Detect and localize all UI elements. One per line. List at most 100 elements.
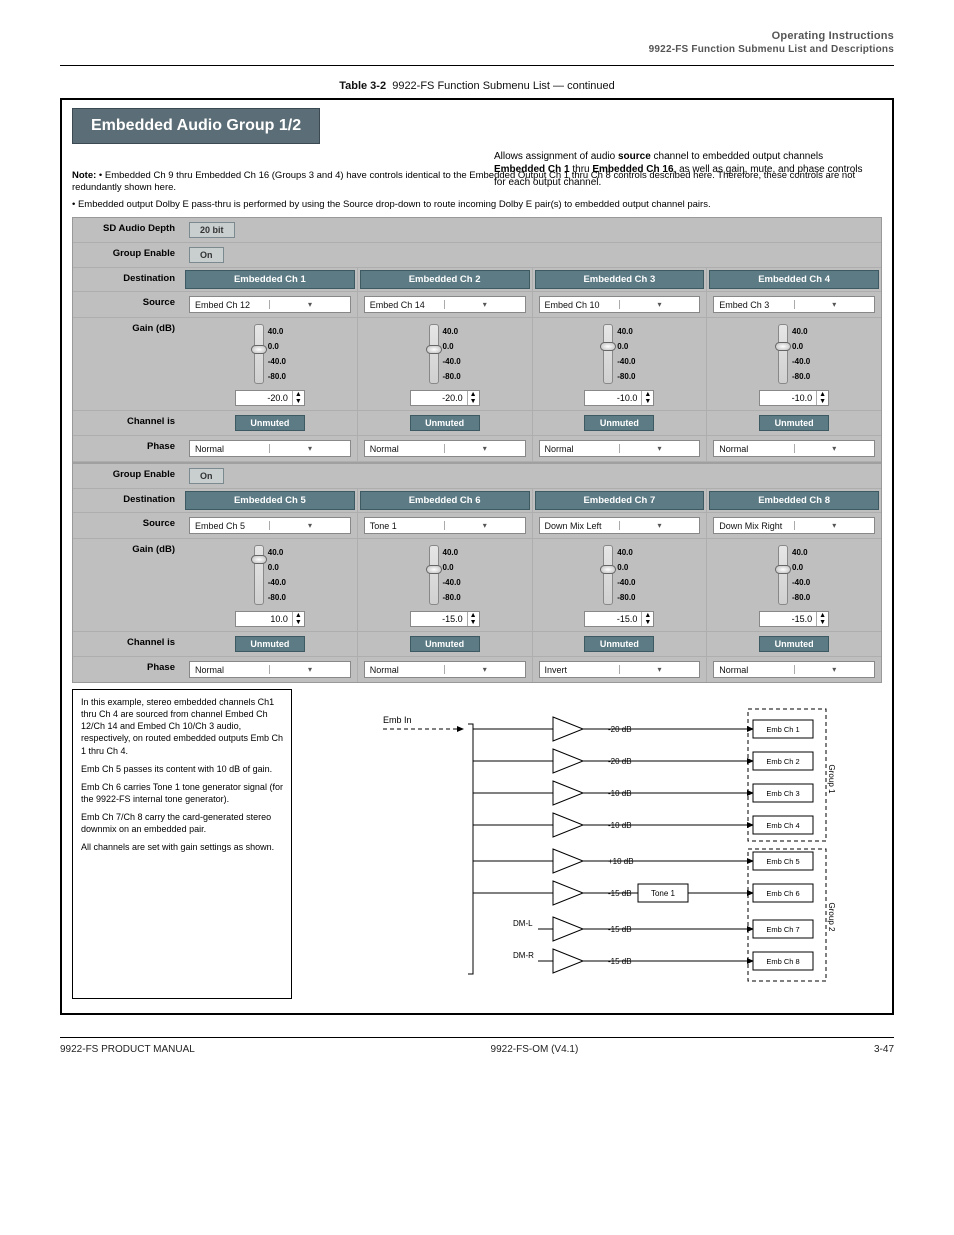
footer-rule — [60, 1037, 894, 1038]
spinner-icon[interactable]: ▲▼ — [816, 612, 828, 626]
svg-text:DM-L: DM-L — [513, 919, 533, 928]
source-select-ch4[interactable]: Embed Ch 3▾ — [713, 296, 875, 313]
source-select-ch6[interactable]: Tone 1▾ — [364, 517, 526, 534]
submenu-description: Allows assignment of audio source channe… — [494, 150, 874, 189]
table-caption: Table 3-2 9922-FS Function Submenu List … — [60, 80, 894, 92]
label-group-enable-1: Group Enable — [73, 243, 183, 267]
label-group-enable-2: Group Enable — [73, 464, 183, 488]
phase-select-ch5[interactable]: Normal▾ — [189, 661, 351, 678]
dest-ch1: Embedded Ch 1 — [185, 270, 355, 289]
source-select-ch5[interactable]: Embed Ch 5▾ — [189, 517, 351, 534]
gain-slider-ch6[interactable]: 40.00.0-40.0-80.0-15.0▲▼ — [364, 543, 526, 627]
phase-select-ch3[interactable]: Normal▾ — [539, 440, 701, 457]
source-select-ch3[interactable]: Embed Ch 10▾ — [539, 296, 701, 313]
spinner-icon[interactable]: ▲▼ — [467, 612, 479, 626]
label-gain-2: Gain (dB) — [73, 539, 183, 631]
spinner-icon[interactable]: ▲▼ — [816, 391, 828, 405]
mute-button-ch6[interactable]: Unmuted — [410, 636, 480, 652]
footer-left: 9922-FS PRODUCT MANUAL — [60, 1044, 195, 1055]
phase-select-ch2[interactable]: Normal▾ — [364, 440, 526, 457]
gain-slider-ch4-value[interactable]: -10.0▲▼ — [759, 390, 829, 406]
dest-ch8: Embedded Ch 8 — [709, 491, 879, 510]
mute-button-ch4[interactable]: Unmuted — [759, 415, 829, 431]
chevron-down-icon: ▾ — [794, 300, 874, 309]
gain-slider-ch6-value[interactable]: -15.0▲▼ — [410, 611, 480, 627]
mute-button-ch3[interactable]: Unmuted — [584, 415, 654, 431]
source-select-ch1[interactable]: Embed Ch 12▾ — [189, 296, 351, 313]
dest-ch5: Embedded Ch 5 — [185, 491, 355, 510]
svg-text:Emb Ch 4: Emb Ch 4 — [766, 821, 799, 830]
chevron-down-icon: ▾ — [794, 521, 874, 530]
gain-slider-ch3[interactable]: 40.00.0-40.0-80.0-10.0▲▼ — [539, 322, 701, 406]
chevron-down-icon: ▾ — [794, 665, 874, 674]
chevron-down-icon: ▾ — [269, 300, 349, 309]
gain-slider-ch3-value[interactable]: -10.0▲▼ — [584, 390, 654, 406]
dest-ch4: Embedded Ch 4 — [709, 270, 879, 289]
mute-button-ch2[interactable]: Unmuted — [410, 415, 480, 431]
chevron-down-icon: ▾ — [444, 521, 524, 530]
gain-slider-ch7-value[interactable]: -15.0▲▼ — [584, 611, 654, 627]
label-source-2: Source — [73, 513, 183, 538]
sd-depth-button[interactable]: 20 bit — [189, 222, 235, 238]
mute-button-ch8[interactable]: Unmuted — [759, 636, 829, 652]
label-channelis-2: Channel is — [73, 632, 183, 656]
svg-text:Emb Ch 7: Emb Ch 7 — [766, 925, 799, 934]
group1-enable-button[interactable]: On — [189, 247, 224, 263]
chevron-down-icon: ▾ — [269, 521, 349, 530]
phase-select-ch7[interactable]: Invert▾ — [539, 661, 701, 678]
gain-slider-ch1-value[interactable]: -20.0▲▼ — [235, 390, 305, 406]
chevron-down-icon: ▾ — [619, 665, 699, 674]
gain-slider-ch8[interactable]: 40.00.0-40.0-80.0-15.0▲▼ — [713, 543, 875, 627]
mute-button-ch7[interactable]: Unmuted — [584, 636, 654, 652]
footer-mid: 9922-FS-OM (V4.1) — [491, 1044, 579, 1055]
audio-panel: SD Audio Depth 20 bit Group Enable On De… — [72, 217, 882, 683]
gain-slider-ch2-value[interactable]: -20.0▲▼ — [410, 390, 480, 406]
svg-text:DM-R: DM-R — [513, 951, 534, 960]
source-select-ch2[interactable]: Embed Ch 14▾ — [364, 296, 526, 313]
svg-text:Emb Ch 2: Emb Ch 2 — [766, 757, 799, 766]
label-channelis-1: Channel is — [73, 411, 183, 435]
dest-ch6: Embedded Ch 6 — [360, 491, 530, 510]
svg-text:Emb Ch 8: Emb Ch 8 — [766, 957, 799, 966]
gain-slider-ch5[interactable]: 40.00.0-40.0-80.010.0▲▼ — [189, 543, 351, 627]
svg-text:Emb Ch 1: Emb Ch 1 — [766, 725, 799, 734]
mute-button-ch1[interactable]: Unmuted — [235, 415, 305, 431]
svg-text:Emb Ch 6: Emb Ch 6 — [766, 889, 799, 898]
header-line1: Operating Instructions — [772, 30, 894, 42]
group2-enable-button[interactable]: On — [189, 468, 224, 484]
gain-slider-ch2[interactable]: 40.00.0-40.0-80.0-20.0▲▼ — [364, 322, 526, 406]
chevron-down-icon: ▾ — [269, 665, 349, 674]
header-rule — [60, 65, 894, 66]
dest-ch7: Embedded Ch 7 — [535, 491, 705, 510]
spinner-icon[interactable]: ▲▼ — [641, 612, 653, 626]
label-destination-1: Destination — [73, 268, 183, 291]
gain-slider-ch4[interactable]: 40.00.0-40.0-80.0-10.0▲▼ — [713, 322, 875, 406]
spinner-icon[interactable]: ▲▼ — [641, 391, 653, 405]
chevron-down-icon: ▾ — [619, 300, 699, 309]
spinner-icon[interactable]: ▲▼ — [292, 612, 304, 626]
phase-select-ch8[interactable]: Normal▾ — [713, 661, 875, 678]
phase-select-ch1[interactable]: Normal▾ — [189, 440, 351, 457]
diagram-caption-box: In this example, stereo embedded channel… — [72, 689, 292, 999]
gain-slider-ch1[interactable]: 40.00.0-40.0-80.0-20.0▲▼ — [189, 322, 351, 406]
gain-slider-ch7[interactable]: 40.00.0-40.0-80.0-15.0▲▼ — [539, 543, 701, 627]
gain-slider-ch8-value[interactable]: -15.0▲▼ — [759, 611, 829, 627]
mute-button-ch5[interactable]: Unmuted — [235, 636, 305, 652]
page-header: Operating Instructions 9922-FS Function … — [60, 30, 894, 55]
signal-diagram: Emb In Group 1 Group 2 -20 dBEmb Ch 1-20… — [304, 689, 882, 999]
phase-select-ch4[interactable]: Normal▾ — [713, 440, 875, 457]
spinner-icon[interactable]: ▲▼ — [292, 391, 304, 405]
gain-slider-ch5-value[interactable]: 10.0▲▼ — [235, 611, 305, 627]
svg-text:Group 1: Group 1 — [827, 765, 836, 794]
phase-select-ch6[interactable]: Normal▾ — [364, 661, 526, 678]
svg-text:Emb Ch 3: Emb Ch 3 — [766, 789, 799, 798]
source-select-ch7[interactable]: Down Mix Left▾ — [539, 517, 701, 534]
chevron-down-icon: ▾ — [444, 300, 524, 309]
footer-right: 3-47 — [874, 1044, 894, 1055]
spinner-icon[interactable]: ▲▼ — [467, 391, 479, 405]
svg-text:Tone 1: Tone 1 — [651, 889, 676, 898]
source-select-ch8[interactable]: Down Mix Right▾ — [713, 517, 875, 534]
submenu-tab[interactable]: Embedded Audio Group 1/2 — [72, 108, 320, 144]
svg-text:Group 2: Group 2 — [827, 903, 836, 932]
label-phase-2: Phase — [73, 657, 183, 682]
